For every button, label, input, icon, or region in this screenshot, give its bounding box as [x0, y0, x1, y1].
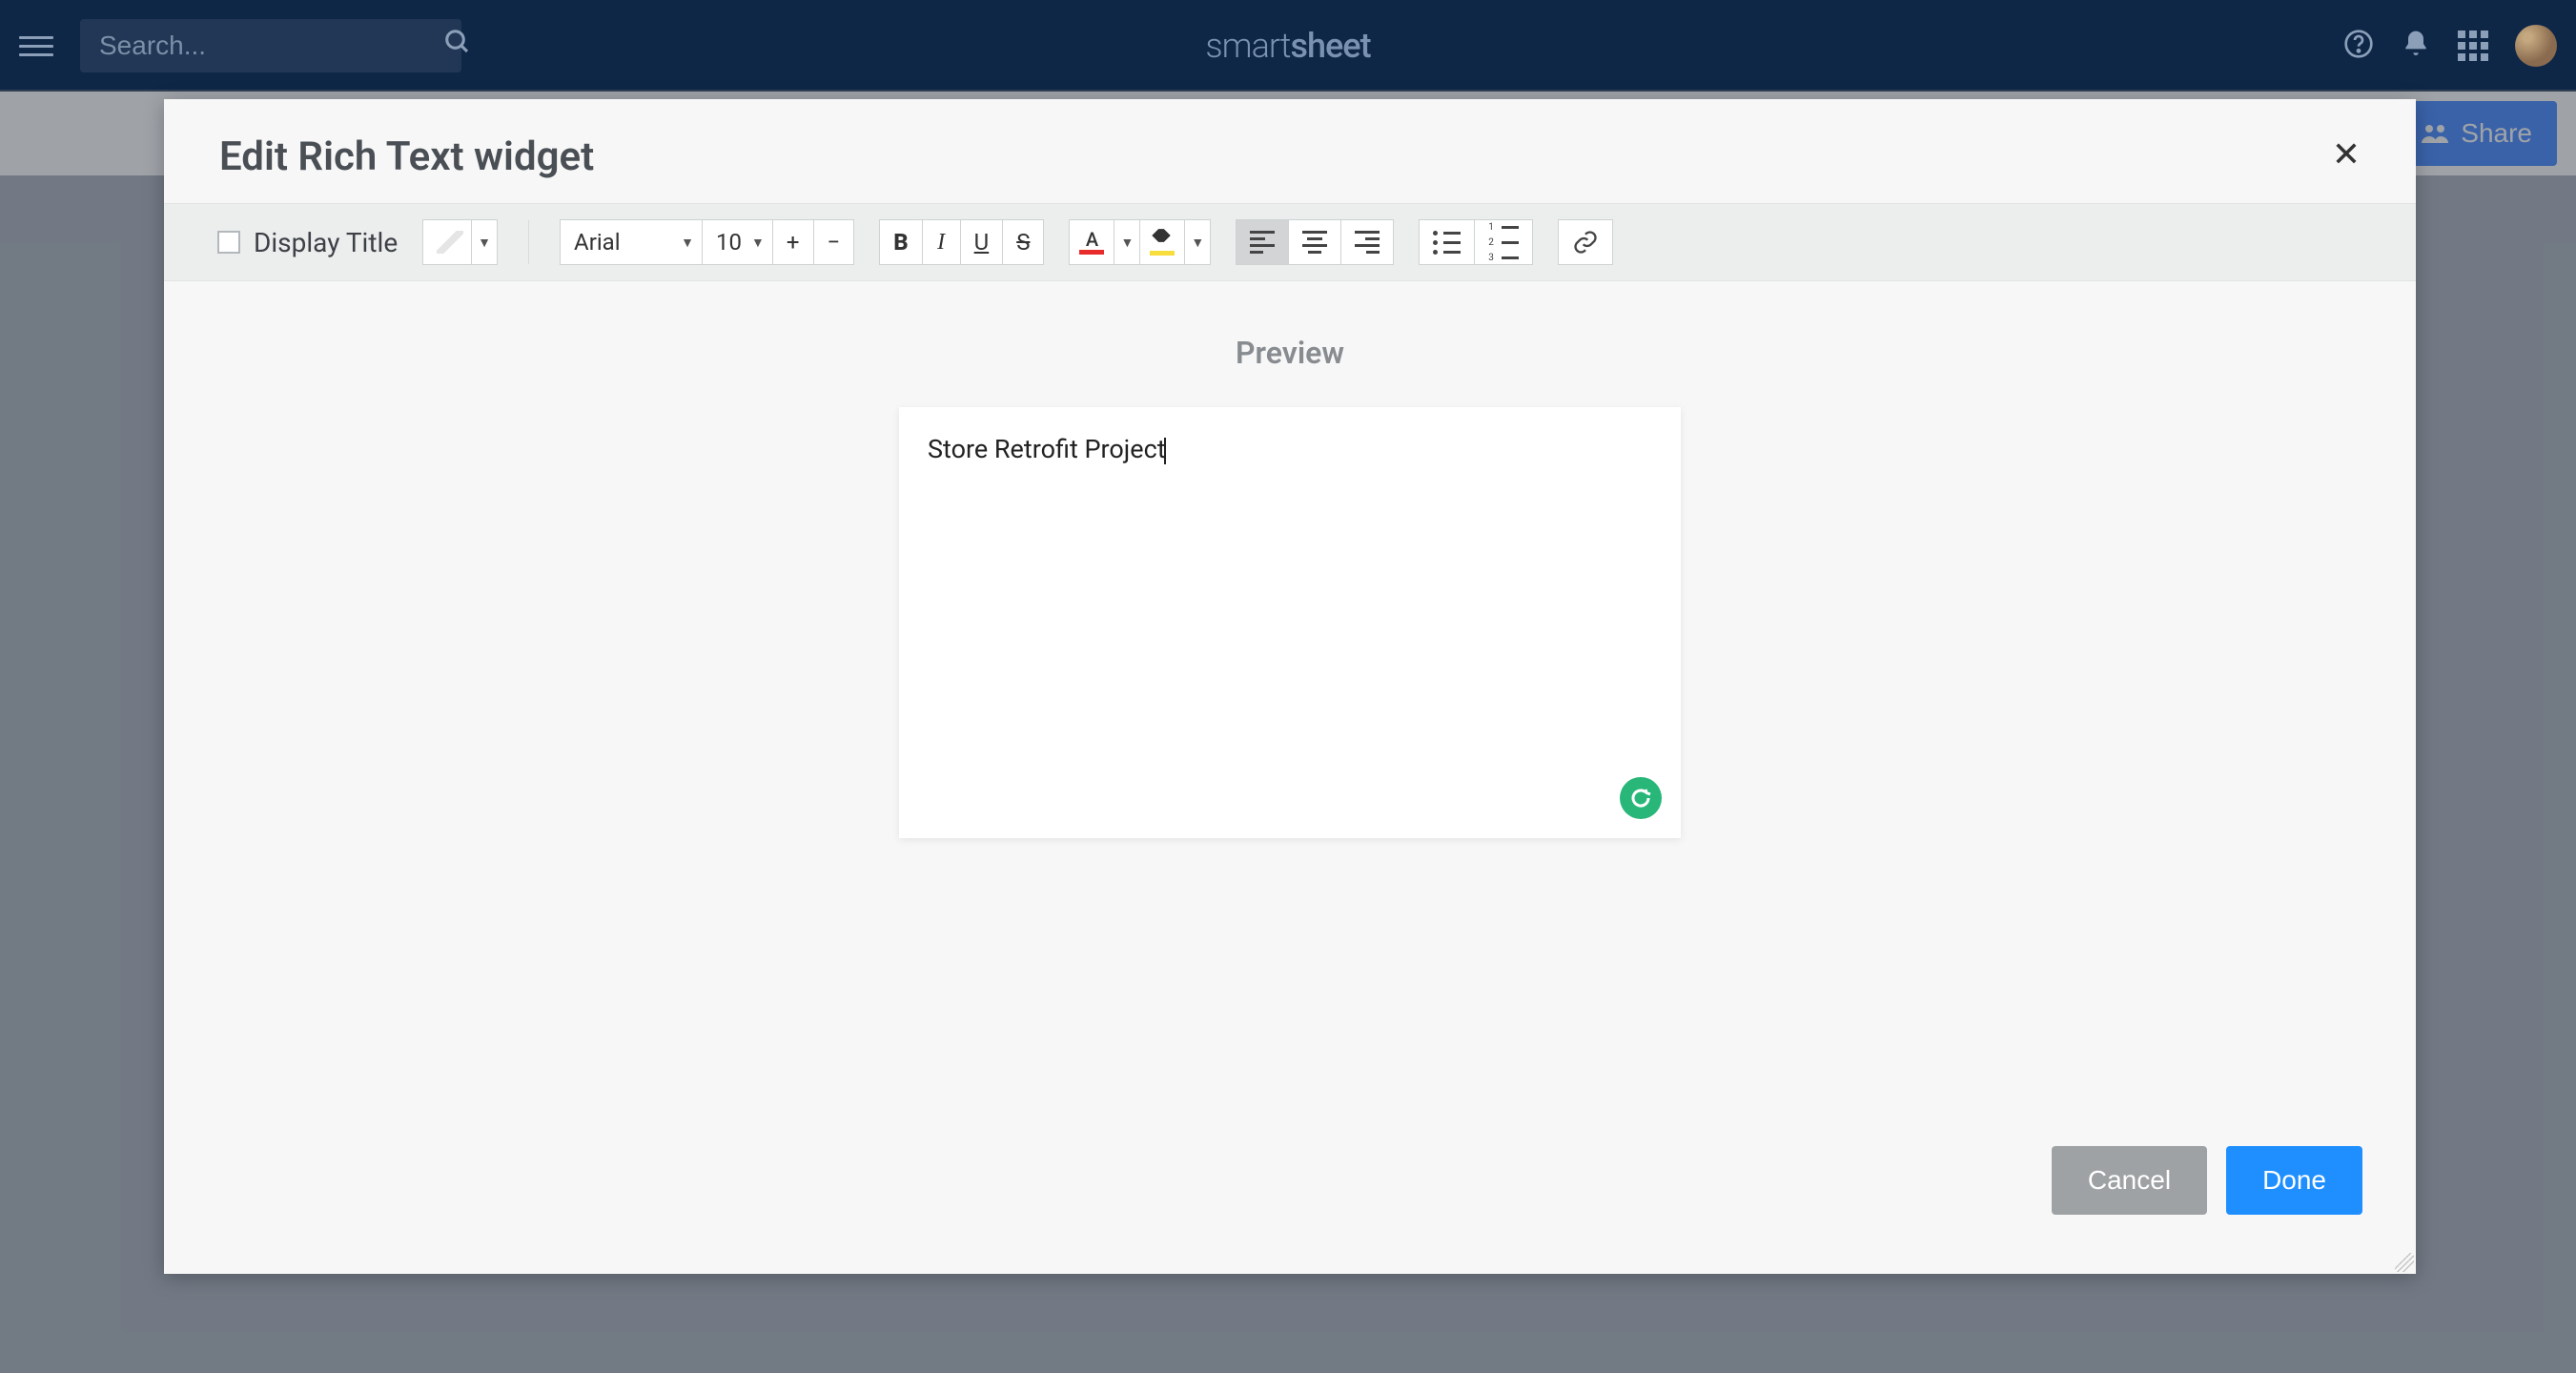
underline-button[interactable]: U	[961, 219, 1004, 265]
toolbar-separator	[528, 220, 529, 264]
chevron-down-icon: ▼	[681, 235, 694, 251]
fill-swatch-icon	[437, 231, 463, 254]
link-icon	[1572, 229, 1599, 256]
bullet-list-button[interactable]	[1419, 219, 1475, 265]
background-fill-dropdown[interactable]: ▼	[472, 219, 498, 265]
avatar[interactable]	[2515, 25, 2557, 67]
apps-grid-icon[interactable]	[2458, 31, 2488, 61]
align-right-icon	[1355, 231, 1380, 254]
highlighter-icon	[1151, 229, 1174, 250]
display-title-label: Display Title	[254, 227, 398, 258]
background-fill-button[interactable]	[422, 219, 472, 265]
nav-right	[2343, 25, 2557, 67]
font-family-select[interactable]: Arial ▼	[560, 219, 703, 265]
bell-icon[interactable]	[2401, 29, 2431, 63]
grammarly-badge[interactable]	[1620, 777, 1662, 819]
align-left-button[interactable]	[1236, 219, 1289, 265]
close-icon[interactable]: ✕	[2328, 133, 2364, 175]
align-center-icon	[1302, 231, 1327, 254]
chevron-down-icon: ▼	[1191, 235, 1204, 251]
highlight-dropdown[interactable]: ▼	[1185, 219, 1211, 265]
rich-text-toolbar: Display Title ▼ Arial ▼ 10 ▼ + − B	[164, 203, 2416, 281]
display-title-checkbox[interactable]	[217, 231, 240, 254]
help-icon[interactable]	[2343, 29, 2374, 63]
smartsheet-logo: smartsheet	[1205, 26, 1370, 66]
align-left-icon	[1250, 231, 1275, 254]
font-size-value: 10	[716, 229, 742, 256]
preview-text: Store Retrofit Project	[928, 434, 1166, 464]
highlight-color-swatch	[1150, 251, 1175, 256]
preview-editor[interactable]: Store Retrofit Project	[899, 407, 1681, 838]
numbered-list-icon: 1 2 3	[1488, 222, 1519, 263]
modal-title: Edit Rich Text widget	[219, 133, 594, 180]
search-box[interactable]	[80, 19, 461, 72]
chevron-down-icon: ▼	[478, 235, 491, 251]
insert-link-button[interactable]	[1558, 219, 1613, 265]
text-color-swatch	[1079, 250, 1104, 255]
top-nav: smartsheet	[0, 0, 2576, 92]
cancel-button[interactable]: Cancel	[2052, 1146, 2207, 1215]
resize-handle[interactable]	[2395, 1253, 2414, 1272]
bold-button[interactable]: B	[879, 219, 922, 265]
preview-label: Preview	[1236, 335, 1344, 371]
text-caret	[1164, 438, 1166, 464]
modal-header: Edit Rich Text widget ✕	[164, 99, 2416, 203]
search-icon[interactable]	[443, 28, 472, 64]
preview-section: Preview Store Retrofit Project	[164, 281, 2416, 1146]
search-input[interactable]	[99, 31, 443, 61]
strikethrough-button[interactable]: S	[1003, 219, 1044, 265]
font-size-increase[interactable]: +	[773, 219, 814, 265]
italic-button[interactable]: I	[923, 219, 961, 265]
edit-rich-text-modal: Edit Rich Text widget ✕ Display Title ▼ …	[164, 99, 2416, 1274]
bullet-list-icon	[1433, 231, 1461, 255]
menu-icon[interactable]	[19, 29, 53, 63]
done-button[interactable]: Done	[2226, 1146, 2362, 1215]
display-title-group: Display Title	[217, 227, 398, 258]
align-center-button[interactable]	[1289, 219, 1341, 265]
text-color-A-icon: A	[1086, 230, 1098, 249]
font-size-decrease[interactable]: −	[814, 219, 855, 265]
modal-footer: Cancel Done	[164, 1146, 2416, 1274]
font-size-select[interactable]: 10 ▼	[703, 219, 773, 265]
chevron-down-icon: ▼	[751, 235, 765, 251]
numbered-list-button[interactable]: 1 2 3	[1475, 219, 1533, 265]
chevron-down-icon: ▼	[1120, 235, 1134, 251]
text-color-dropdown[interactable]: ▼	[1114, 219, 1140, 265]
align-right-button[interactable]	[1341, 219, 1394, 265]
highlight-button[interactable]	[1140, 219, 1185, 265]
font-family-value: Arial	[574, 229, 621, 256]
text-color-button[interactable]: A	[1069, 219, 1114, 265]
